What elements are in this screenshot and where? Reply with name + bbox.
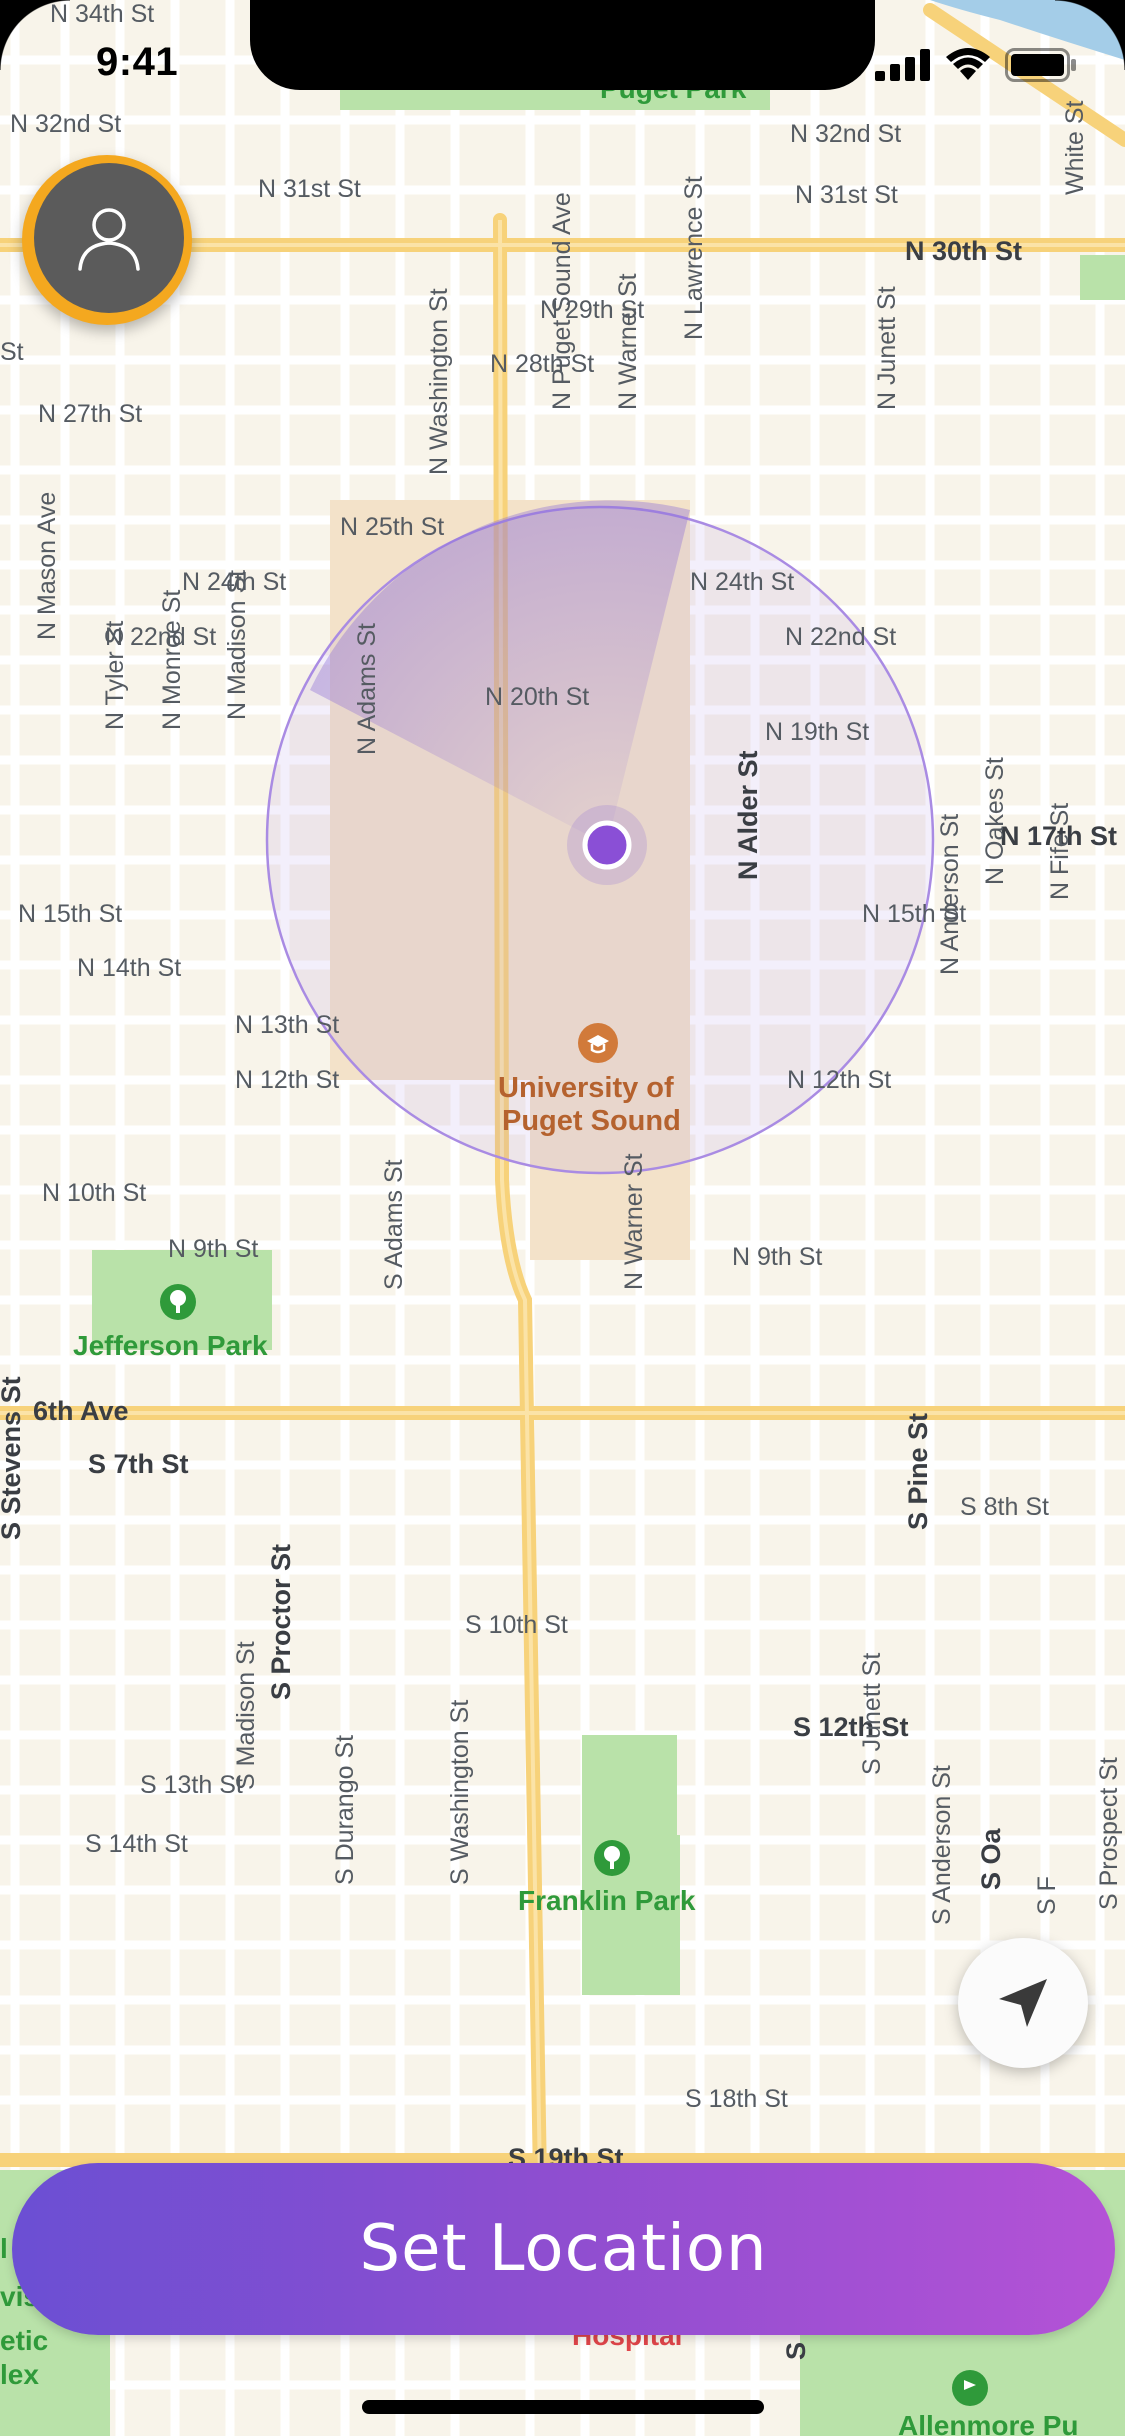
- jefferson-park-icon: [160, 1284, 196, 1320]
- home-indicator: [362, 2400, 764, 2414]
- street-label: S Anderson St: [928, 1765, 956, 1925]
- street-label: N Alder St: [733, 750, 763, 880]
- street-label: N 24th St: [690, 568, 794, 596]
- status-time: 9:41: [96, 40, 179, 84]
- profile-avatar: [34, 163, 184, 313]
- allenmore-park-icon: [952, 2370, 988, 2406]
- street-label: S 12th St: [793, 1712, 909, 1742]
- set-location-button[interactable]: Set Location: [12, 2163, 1115, 2335]
- street-label: N Anderson St: [936, 814, 964, 975]
- street-label: N 9th St: [168, 1235, 258, 1263]
- battery-icon: [1005, 48, 1076, 82]
- user-location-dot: [582, 820, 632, 870]
- university-icon: [578, 1023, 618, 1063]
- street-label: S Proctor St: [266, 1544, 296, 1700]
- street-label: N Junett St: [873, 286, 901, 410]
- status-icons: [875, 48, 1077, 82]
- street-label: N 14th St: [77, 954, 181, 982]
- street-label: S 14th St: [85, 1830, 188, 1858]
- street-label: N 19th St: [765, 718, 869, 746]
- street-label: N 31st St: [795, 181, 898, 209]
- street-label: N 25th St: [340, 513, 444, 541]
- street-label: N 27th St: [38, 400, 142, 428]
- street-label: N 20th St: [485, 683, 589, 711]
- left-fragment-4: lex: [0, 2359, 39, 2390]
- left-fragment-3: etic: [0, 2325, 48, 2356]
- street-label: S Durango St: [331, 1735, 359, 1885]
- university-label-line1: University of: [498, 1072, 674, 1104]
- device-notch: [250, 0, 875, 90]
- street-label: N 13th St: [235, 1011, 339, 1039]
- street-label: N Puget Sound Ave: [548, 192, 576, 410]
- street-label: S 13th St: [140, 1771, 243, 1799]
- street-label: 6th Ave: [33, 1396, 129, 1426]
- street-label: S Oa: [976, 1827, 1006, 1890]
- wifi-icon: [946, 48, 990, 80]
- street-label: N 22nd St: [785, 623, 896, 651]
- jefferson-park-label: Jefferson Park: [73, 1330, 268, 1361]
- street-label: S Washington St: [446, 1700, 474, 1885]
- street-label: N 12th St: [787, 1066, 891, 1094]
- university-label-line2: Puget Sound: [502, 1105, 681, 1137]
- street-label: N Lawrence St: [680, 176, 708, 340]
- user-icon: [78, 208, 140, 271]
- franklin-park-label: Franklin Park: [518, 1885, 696, 1916]
- street-label: N 9th St: [732, 1243, 822, 1271]
- street-label: S 8th St: [960, 1493, 1049, 1521]
- street-label: White St: [1061, 100, 1089, 195]
- profile-button[interactable]: [22, 155, 192, 325]
- street-label: N 31st St: [258, 175, 361, 203]
- street-label: N Monroe St: [158, 590, 186, 730]
- street-label: N Oakes St: [981, 757, 1009, 885]
- left-fragment-1: l: [0, 2233, 8, 2264]
- street-label: N Fife St: [1046, 803, 1074, 900]
- street-label: S 10th St: [465, 1611, 568, 1639]
- street-label: N Tyler St: [101, 621, 129, 730]
- map-screen: N 34th St N 32nd St N 32nd St N 31st St N 31…: [0, 0, 1125, 2436]
- street-label: N Washington St: [425, 288, 453, 475]
- location-arrow-icon: [999, 1979, 1047, 2027]
- street-label: N Warner St: [620, 1153, 648, 1290]
- street-label: N 30th St: [905, 236, 1022, 266]
- street-label: N Warner St: [614, 273, 642, 410]
- street-label: N Madison St: [223, 570, 251, 720]
- street-label: N 32nd St: [10, 110, 121, 138]
- street-label: S Junett St: [858, 1653, 886, 1775]
- street-label: S F: [1033, 1876, 1061, 1915]
- street-label: N 32nd St: [790, 120, 901, 148]
- franklin-park-icon: [594, 1840, 630, 1876]
- small-park-area: [1080, 255, 1125, 300]
- set-location-label: Set Location: [359, 2212, 768, 2286]
- screen-corner-left: [0, 0, 70, 70]
- street-label: N 10th St: [42, 1179, 146, 1207]
- street-label: S Prospect St: [1095, 1757, 1123, 1910]
- street-label: N 15th St: [18, 900, 122, 928]
- street-label: N Mason Ave: [33, 492, 61, 640]
- street-label: N Adams St: [353, 623, 381, 755]
- street-label: S 18th St: [685, 2085, 788, 2113]
- street-label: S Stevens St: [0, 1376, 26, 1540]
- current-location-button[interactable]: [958, 1938, 1088, 2068]
- street-label: St: [0, 338, 24, 366]
- cellular-signal-icon: [875, 49, 930, 81]
- street-label: N 28th St: [490, 350, 594, 378]
- street-label: S Pine St: [903, 1413, 933, 1530]
- street-label: S 7th St: [88, 1449, 189, 1479]
- allenmore-label: Allenmore Pu: [898, 2410, 1078, 2436]
- street-label: S Adams St: [380, 1159, 408, 1290]
- map-view[interactable]: N 34th StN 32nd St N 32nd StN 31st St N 31…: [0, 0, 1125, 2436]
- street-label: S Madison St: [232, 1641, 260, 1790]
- street-label: N 12th St: [235, 1066, 339, 1094]
